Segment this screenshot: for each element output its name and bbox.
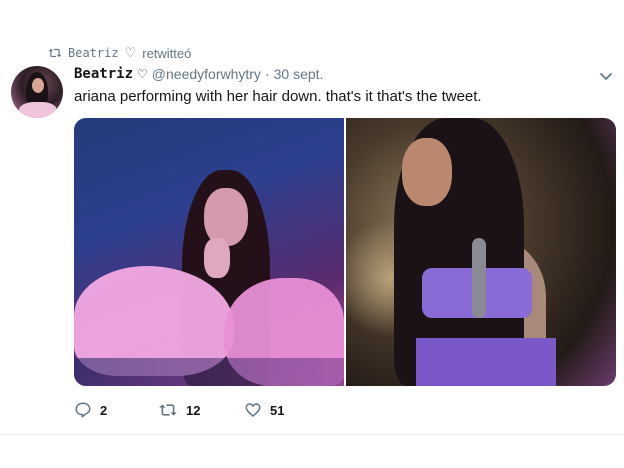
avatar[interactable] bbox=[11, 66, 63, 118]
divider bbox=[0, 434, 624, 435]
tweet-actions: 2 12 51 bbox=[74, 400, 284, 420]
heart-icon: ♡ bbox=[124, 45, 137, 60]
tweet-media bbox=[74, 118, 616, 386]
reply-button[interactable]: 2 bbox=[74, 401, 158, 419]
retweet-banner[interactable]: Beatriz ♡ retwitteó bbox=[48, 44, 191, 62]
like-icon bbox=[244, 401, 262, 419]
separator: · bbox=[264, 66, 270, 82]
retweet-label: retwitteó bbox=[142, 45, 192, 61]
tweet-date[interactable]: 30 sept. bbox=[274, 66, 324, 82]
tweet-text: ariana performing with her hair down. th… bbox=[74, 88, 482, 105]
chevron-down-icon[interactable] bbox=[598, 68, 614, 84]
reply-count: 2 bbox=[100, 402, 108, 418]
retweet-icon bbox=[48, 47, 62, 59]
like-count: 51 bbox=[270, 402, 285, 418]
photo-left[interactable] bbox=[74, 118, 344, 386]
retweet-icon bbox=[158, 402, 178, 418]
user-handle[interactable]: @needyforwhytry bbox=[152, 66, 261, 82]
retweet-button[interactable]: 12 bbox=[158, 402, 244, 418]
tweet-header: Beatriz ♡ @needyforwhytry · 30 sept. bbox=[74, 64, 323, 84]
reply-icon bbox=[74, 401, 92, 419]
display-name[interactable]: Beatriz bbox=[74, 66, 133, 82]
retweet-count: 12 bbox=[186, 402, 201, 418]
retweeter-name[interactable]: Beatriz bbox=[68, 46, 119, 60]
like-button[interactable]: 51 bbox=[244, 401, 284, 419]
heart-icon: ♡ bbox=[137, 67, 148, 81]
photo-right[interactable] bbox=[346, 118, 616, 386]
